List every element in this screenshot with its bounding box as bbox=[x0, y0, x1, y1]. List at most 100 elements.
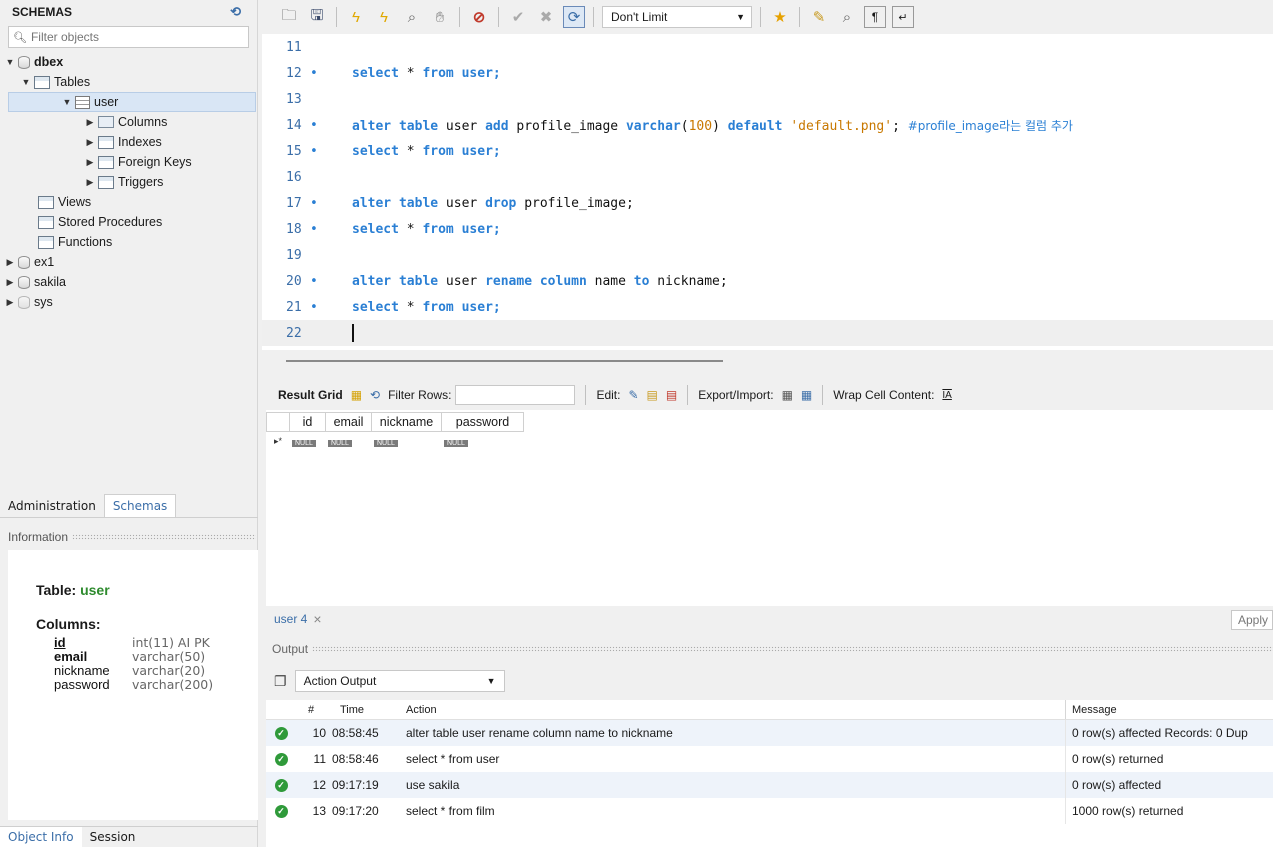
expand-arrow-icon[interactable]: ▶ bbox=[4, 277, 16, 288]
sql-editor[interactable]: 11 12 • select * from user; 13 14 • alte… bbox=[262, 34, 1273, 362]
copy-icon[interactable]: ❐ bbox=[274, 673, 287, 690]
expand-arrow-icon[interactable]: ▶ bbox=[84, 157, 96, 168]
expand-arrow-icon[interactable]: ▶ bbox=[4, 257, 16, 268]
tree-item-dbex[interactable]: ▼ dbex bbox=[4, 52, 64, 72]
delete-row-icon[interactable]: ▤ bbox=[666, 388, 677, 402]
edit-row-icon[interactable]: ✎ bbox=[628, 388, 638, 402]
tree-item-sys[interactable]: ▶ sys bbox=[4, 292, 53, 312]
close-icon[interactable]: × bbox=[313, 611, 321, 627]
tree-item-columns[interactable]: ▶ Columns bbox=[84, 112, 168, 132]
sql-keyword: alter table bbox=[352, 195, 439, 211]
grid-cell[interactable]: NULL bbox=[372, 434, 442, 448]
grid-view-icon[interactable]: ▦ bbox=[351, 388, 362, 402]
line-number: 18 bbox=[286, 221, 302, 237]
add-snippet-star-icon[interactable]: ★ bbox=[769, 6, 791, 28]
sql-text: ) bbox=[712, 118, 728, 134]
tree-item-ex1[interactable]: ▶ ex1 bbox=[4, 252, 55, 272]
info-column-row: id int(11) AI PK bbox=[54, 636, 210, 650]
column-header[interactable]: # bbox=[296, 704, 326, 716]
tree-item-indexes[interactable]: ▶ Indexes bbox=[84, 132, 162, 152]
tree-item-stored-procedures[interactable]: Stored Procedures bbox=[36, 212, 162, 232]
expand-arrow-icon[interactable]: ▶ bbox=[84, 137, 96, 148]
tree-item-user[interactable]: ▼ user bbox=[8, 92, 256, 112]
status-cell: ✓ bbox=[266, 778, 296, 792]
output-type-select[interactable]: Action Output ▼ bbox=[294, 670, 505, 692]
column-header[interactable]: Time bbox=[326, 704, 400, 716]
filter-objects-input[interactable] bbox=[30, 30, 231, 44]
export-icon[interactable]: ▦ bbox=[782, 388, 793, 402]
autocommit-toggle-icon[interactable]: ⟳ bbox=[563, 6, 585, 28]
beautify-brush-icon[interactable]: ✎ bbox=[808, 6, 830, 28]
tab-schemas[interactable]: Schemas bbox=[103, 494, 177, 517]
column-type: varchar(200) bbox=[132, 677, 214, 692]
limit-rows-select[interactable]: Don't Limit ▼ bbox=[602, 6, 752, 28]
column-header[interactable]: Action bbox=[400, 704, 1065, 716]
column-header[interactable]: Message bbox=[1065, 700, 1265, 719]
tree-item-foreign-keys[interactable]: ▶ Foreign Keys bbox=[84, 152, 192, 172]
grid-cell[interactable]: NULL bbox=[326, 434, 372, 448]
expand-arrow-icon[interactable]: ▼ bbox=[4, 57, 16, 67]
sql-text: user; bbox=[453, 221, 501, 237]
expand-arrow-icon[interactable]: ▼ bbox=[20, 77, 32, 87]
filter-rows-input[interactable] bbox=[455, 385, 576, 405]
tree-item-triggers[interactable]: ▶ Triggers bbox=[84, 172, 164, 192]
save-icon[interactable]: 🖫︎ bbox=[306, 6, 328, 28]
explain-magnifier-icon[interactable]: ⌕ bbox=[401, 6, 423, 28]
import-icon[interactable]: ▦ bbox=[801, 388, 812, 402]
word-wrap-icon[interactable]: ↵ bbox=[892, 6, 914, 28]
refresh-icon[interactable]: ⟲ bbox=[230, 4, 241, 20]
tree-item-sakila[interactable]: ▶ sakila bbox=[4, 272, 66, 292]
statement-marker-icon: • bbox=[310, 117, 318, 133]
tab-administration[interactable]: Administration bbox=[0, 495, 104, 517]
column-header[interactable]: id bbox=[290, 412, 326, 432]
stop-hand-icon[interactable]: ✋︎ bbox=[429, 6, 451, 28]
output-num: 13 bbox=[312, 804, 326, 818]
column-header[interactable]: nickname bbox=[372, 412, 442, 432]
expand-arrow-icon[interactable]: ▶ bbox=[84, 177, 96, 188]
grid-cell[interactable]: NULL bbox=[290, 434, 326, 448]
column-header[interactable]: email bbox=[326, 412, 372, 432]
output-row[interactable]: ✓ 13 09:17:20 select * from film 1000 ro… bbox=[266, 798, 1273, 824]
result-tab-user-4[interactable]: user 4 × bbox=[274, 611, 322, 627]
toolbar-separator bbox=[799, 7, 800, 27]
editor-horizontal-scrollbar[interactable] bbox=[286, 360, 723, 362]
sql-statement: alter table user drop profile_image; bbox=[352, 196, 634, 211]
grid-cell[interactable]: NULL bbox=[442, 434, 524, 448]
tab-session[interactable]: Session bbox=[82, 827, 144, 847]
sql-text: user; bbox=[453, 143, 501, 159]
result-grid[interactable]: id email nickname password ▸* NULL NULL … bbox=[266, 410, 1273, 606]
toggle-error-icon[interactable]: ⊘ bbox=[468, 6, 490, 28]
invisible-chars-icon[interactable]: ¶ bbox=[864, 6, 886, 28]
folder-icon bbox=[38, 215, 54, 229]
execute-lightning-icon[interactable]: ϟ bbox=[345, 6, 367, 28]
find-icon[interactable]: ⌕ bbox=[836, 6, 858, 28]
rollback-icon[interactable]: ✖ bbox=[535, 6, 557, 28]
code-line: 11 bbox=[262, 34, 1273, 60]
column-header[interactable]: password bbox=[442, 412, 524, 432]
navigator-tabs: Administration Schemas bbox=[0, 494, 258, 518]
execute-current-icon[interactable]: ϟ bbox=[373, 6, 395, 28]
tree-item-functions[interactable]: Functions bbox=[36, 232, 112, 252]
output-row[interactable]: ✓ 10 08:58:45 alter table user rename co… bbox=[266, 720, 1273, 746]
output-row[interactable]: ✓ 12 09:17:19 use sakila 0 row(s) affect… bbox=[266, 772, 1273, 798]
limit-rows-value: Don't Limit bbox=[611, 10, 668, 24]
expand-arrow-icon[interactable]: ▶ bbox=[84, 117, 96, 128]
tree-item-tables[interactable]: ▼ Tables bbox=[20, 72, 91, 92]
result-grid-label[interactable]: Result Grid bbox=[278, 388, 343, 402]
output-row[interactable]: ✓ 11 08:58:46 select * from user 0 row(s… bbox=[266, 746, 1273, 772]
line-number: 21 bbox=[286, 299, 302, 315]
line-number: 13 bbox=[286, 91, 302, 107]
open-file-icon[interactable]: 🗀︎ bbox=[278, 6, 300, 28]
tab-object-info[interactable]: Object Info bbox=[0, 827, 82, 847]
wrap-cell-icon[interactable]: IA bbox=[942, 390, 951, 401]
sql-number: 100 bbox=[688, 118, 713, 134]
refresh-icon[interactable]: ⟲ bbox=[370, 388, 380, 402]
expand-arrow-icon[interactable]: ▼ bbox=[61, 97, 73, 107]
insert-row-icon[interactable]: ▤ bbox=[647, 388, 658, 402]
apply-button[interactable]: Apply bbox=[1231, 610, 1273, 630]
commit-icon[interactable]: ✔ bbox=[507, 6, 529, 28]
expand-arrow-icon[interactable]: ▶ bbox=[4, 297, 16, 308]
grid-new-row[interactable]: ▸* NULL NULL NULL NULL bbox=[266, 432, 524, 450]
filter-objects-box[interactable]: 🔍︎ bbox=[8, 26, 249, 48]
tree-item-views[interactable]: Views bbox=[36, 192, 91, 212]
